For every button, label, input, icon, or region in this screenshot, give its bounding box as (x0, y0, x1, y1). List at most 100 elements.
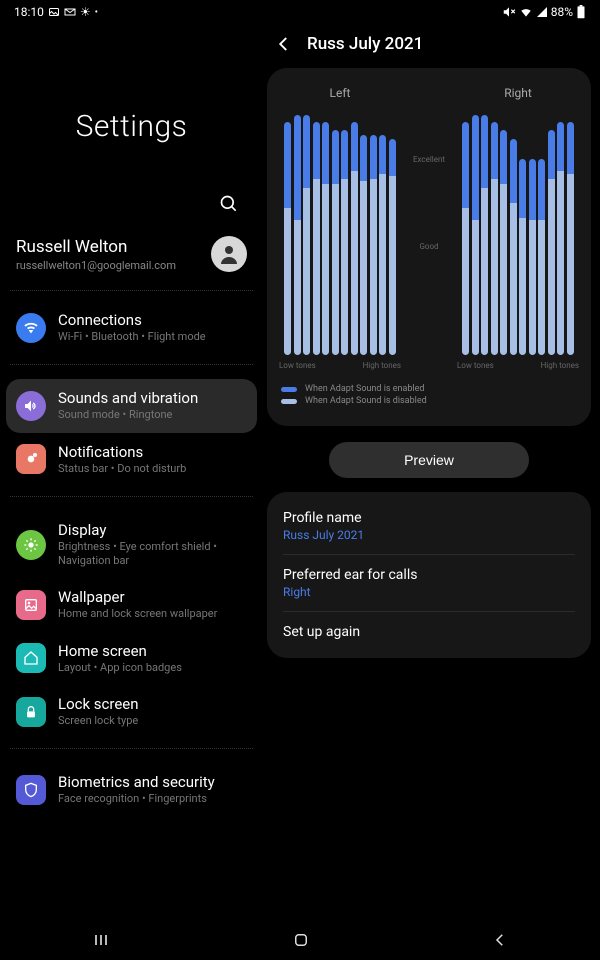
settings-item-lockscreen[interactable]: Lock screen Screen lock type (6, 685, 257, 738)
home-icon (16, 643, 46, 673)
chart-bar (500, 110, 507, 355)
label: Wallpaper (58, 588, 217, 606)
sub: Brightness • Eye comfort shield • Naviga… (58, 540, 247, 569)
chart-bar (529, 110, 536, 355)
sub: Home and lock screen wallpaper (58, 607, 217, 621)
nav-recents-icon[interactable] (91, 930, 111, 950)
chart-bar (284, 110, 291, 355)
chart-legend: When Adapt Sound is enabled When Adapt S… (277, 384, 581, 406)
gmail-icon (64, 6, 76, 18)
speaker-icon (16, 391, 46, 421)
low-tones-label: Low tones (279, 361, 316, 370)
chart-y-labels: Excellent Good (411, 86, 447, 370)
profile-email: russellwelton1@googlemail.com (16, 259, 176, 272)
sub: Wi-Fi • Bluetooth • Flight mode (58, 330, 206, 344)
shield-icon (16, 775, 46, 805)
battery-icon (576, 5, 586, 19)
chart-bar (379, 110, 386, 355)
settings-item-biometrics[interactable]: Biometrics and security Face recognition… (6, 763, 257, 816)
detail-value: Russ July 2021 (283, 528, 575, 542)
profile-row[interactable]: Russell Welton russellwelton1@googlemail… (6, 236, 257, 290)
mute-icon (502, 5, 516, 19)
search-icon[interactable] (219, 194, 239, 214)
chart-bar (557, 110, 564, 355)
settings-item-notifications[interactable]: Notifications Status bar • Do not distur… (6, 433, 257, 486)
label: Connections (58, 311, 206, 329)
weather-icon: ☀ (80, 5, 91, 19)
chart-bar (294, 110, 301, 355)
page-title: Settings (6, 109, 257, 144)
label: Lock screen (58, 695, 139, 713)
details-card: Profile name Russ July 2021 Preferred ea… (267, 492, 591, 658)
label: Biometrics and security (58, 773, 215, 791)
status-bar: 18:10 ☀ • 88% (0, 0, 600, 24)
label: Display (58, 521, 247, 539)
settings-item-wallpaper[interactable]: Wallpaper Home and lock screen wallpaper (6, 578, 257, 631)
wifi-icon (519, 5, 533, 19)
settings-item-display[interactable]: Display Brightness • Eye comfort shield … (6, 511, 257, 579)
chart-bar (510, 110, 517, 355)
setup-again-row[interactable]: Set up again (283, 612, 575, 652)
right-header: Russ July 2021 (267, 24, 591, 68)
low-tones-label: Low tones (457, 361, 494, 370)
detail-label: Set up again (283, 624, 575, 640)
legend-disabled-pill (281, 399, 297, 404)
more-icon: • (95, 7, 98, 18)
chart-right-label: Right (455, 86, 581, 100)
back-icon[interactable] (275, 35, 293, 53)
legend-enabled-pill (281, 387, 297, 392)
chart-card: Left Low tones High tones Excellent Good… (267, 68, 591, 426)
settings-item-homescreen[interactable]: Home screen Layout • App icon badges (6, 632, 257, 685)
wallpaper-icon (16, 590, 46, 620)
legend-disabled-text: When Adapt Sound is disabled (305, 396, 427, 406)
nav-home-icon[interactable] (292, 931, 310, 949)
legend-enabled-text: When Adapt Sound is enabled (305, 384, 425, 394)
status-left: 18:10 ☀ • (14, 5, 98, 19)
preview-button[interactable]: Preview (329, 442, 529, 478)
chart-right-ear: Right Low tones High tones (455, 86, 581, 370)
lock-icon (16, 697, 46, 727)
detail-label: Preferred ear for calls (283, 567, 575, 583)
high-tones-label: High tones (541, 361, 579, 370)
settings-item-connections[interactable]: Connections Wi-Fi • Bluetooth • Flight m… (6, 301, 257, 354)
chart-bar (519, 110, 526, 355)
profile-name-row[interactable]: Profile name Russ July 2021 (283, 498, 575, 555)
status-time: 18:10 (14, 5, 44, 19)
settings-item-sounds[interactable]: Sounds and vibration Sound mode • Ringto… (6, 379, 257, 432)
bell-icon (16, 444, 46, 474)
detail-label: Profile name (283, 510, 575, 526)
sub: Screen lock type (58, 714, 139, 728)
label: Home screen (58, 642, 182, 660)
nav-back-icon[interactable] (491, 931, 509, 949)
sub: Face recognition • Fingerprints (58, 792, 215, 806)
label: Notifications (58, 443, 186, 461)
preferred-ear-row[interactable]: Preferred ear for calls Right (283, 555, 575, 612)
settings-panel: Settings Russell Welton russellwelton1@g… (0, 24, 263, 920)
status-right: 88% (502, 5, 586, 19)
picture-icon (48, 6, 60, 18)
chart-bar (462, 110, 469, 355)
brightness-icon (16, 530, 46, 560)
adapt-sound-panel: Russ July 2021 Left Low tones High tones… (263, 24, 595, 920)
nav-bar (0, 920, 600, 960)
high-tones-label: High tones (363, 361, 401, 370)
chart-bar (360, 110, 367, 355)
detail-value: Right (283, 585, 575, 599)
chart-bar (481, 110, 488, 355)
excellent-label: Excellent (413, 155, 445, 164)
chart-bar (322, 110, 329, 355)
chart-bar (303, 110, 310, 355)
chart-bar (313, 110, 320, 355)
signal-icon (536, 6, 548, 18)
avatar (211, 236, 247, 272)
chart-bar (472, 110, 479, 355)
chart-bar (341, 110, 348, 355)
chart-bar (548, 110, 555, 355)
chart-bar (538, 110, 545, 355)
good-label: Good (419, 242, 438, 251)
wifi-icon (16, 313, 46, 343)
chart-bar (567, 110, 574, 355)
label: Sounds and vibration (58, 389, 198, 407)
battery-percent: 88% (551, 5, 573, 19)
sub: Sound mode • Ringtone (58, 408, 198, 422)
